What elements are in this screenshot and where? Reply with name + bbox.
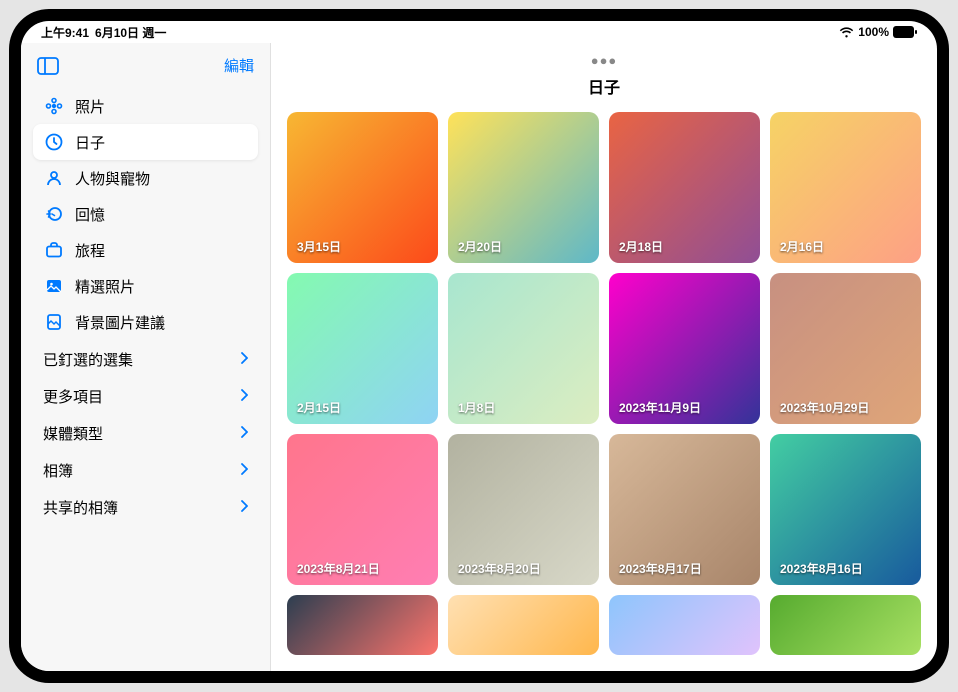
photo-tile[interactable] — [287, 595, 438, 655]
date-label: 2月15日 — [297, 399, 341, 416]
chevron-right-icon — [240, 351, 248, 368]
ipad-frame: 上午9:41 6月10日 週一 100% 編輯 — [9, 9, 949, 683]
sidebar-item-label: 人物與寵物 — [75, 168, 150, 189]
photo-tile[interactable]: 3月15日 — [287, 112, 438, 263]
image-icon — [43, 275, 65, 297]
photo-tile[interactable] — [770, 595, 921, 655]
status-date: 6月10日 週一 — [95, 24, 166, 41]
status-battery-text: 100% — [858, 25, 889, 39]
chevron-right-icon — [240, 425, 248, 442]
date-label: 2023年10月29日 — [780, 399, 869, 416]
suitcase-icon — [43, 239, 65, 261]
sidebar-toggle-icon[interactable] — [37, 57, 59, 75]
sidebar-group-label: 相簿 — [43, 460, 73, 481]
photo-tile[interactable]: 2023年11月9日 — [609, 273, 760, 424]
sidebar-group-label: 共享的相簿 — [43, 497, 118, 518]
sidebar-item-label: 旅程 — [75, 240, 105, 261]
edit-button[interactable]: 編輯 — [224, 55, 254, 76]
sidebar-item-wallpaper[interactable]: 背景圖片建議 — [33, 304, 258, 340]
date-label: 2023年8月16日 — [780, 560, 863, 577]
flower-icon — [43, 95, 65, 117]
date-label: 1月8日 — [458, 399, 495, 416]
sidebar-group-label: 更多項目 — [43, 386, 103, 407]
photo-tile[interactable] — [609, 595, 760, 655]
main-content: ●●● 日子 3月15日 2月20日 2月18日 2月16日 2月15日 1月8… — [271, 43, 937, 671]
memories-icon — [43, 203, 65, 225]
sidebar-item-photos[interactable]: 照片 — [33, 88, 258, 124]
photo-tile[interactable]: 2023年10月29日 — [770, 273, 921, 424]
date-label: 3月15日 — [297, 238, 341, 255]
person-icon — [43, 167, 65, 189]
date-label: 2月16日 — [780, 238, 824, 255]
sidebar-group-shared-albums[interactable]: 共享的相簿 — [33, 490, 258, 525]
sidebar-item-people-pets[interactable]: 人物與寵物 — [33, 160, 258, 196]
sidebar-item-label: 日子 — [75, 132, 105, 153]
photo-tile[interactable]: 1月8日 — [448, 273, 599, 424]
sidebar-item-label: 背景圖片建議 — [75, 312, 165, 333]
sidebar-group-pinned[interactable]: 已釘選的選集 — [33, 342, 258, 377]
sidebar-group-label: 媒體類型 — [43, 423, 103, 444]
photo-grid[interactable]: 3月15日 2月20日 2月18日 2月16日 2月15日 1月8日 2023年… — [271, 112, 937, 671]
chevron-right-icon — [240, 462, 248, 479]
photo-tile[interactable]: 2月16日 — [770, 112, 921, 263]
main-header: ●●● 日子 — [271, 43, 937, 112]
chevron-right-icon — [240, 499, 248, 516]
sidebar-item-memories[interactable]: 回憶 — [33, 196, 258, 232]
battery-icon — [893, 26, 917, 38]
photo-tile[interactable]: 2023年8月16日 — [770, 434, 921, 585]
photo-tile[interactable]: 2023年8月21日 — [287, 434, 438, 585]
sidebar: 編輯 照片 日子 — [21, 43, 271, 671]
clock-icon — [43, 131, 65, 153]
date-label: 2023年8月17日 — [619, 560, 702, 577]
date-label: 2月18日 — [619, 238, 663, 255]
page-title: 日子 — [588, 74, 620, 98]
photo-tile[interactable] — [448, 595, 599, 655]
status-bar: 上午9:41 6月10日 週一 100% — [21, 21, 937, 43]
sidebar-item-featured[interactable]: 精選照片 — [33, 268, 258, 304]
sidebar-group-more[interactable]: 更多項目 — [33, 379, 258, 414]
date-label: 2023年8月21日 — [297, 560, 380, 577]
status-time: 上午9:41 — [41, 24, 89, 41]
chevron-right-icon — [240, 388, 248, 405]
sidebar-item-label: 精選照片 — [75, 276, 135, 297]
wallpaper-icon — [43, 311, 65, 333]
sidebar-item-trips[interactable]: 旅程 — [33, 232, 258, 268]
date-label: 2023年8月20日 — [458, 560, 541, 577]
date-label: 2023年11月9日 — [619, 399, 701, 416]
sidebar-item-label: 回憶 — [75, 204, 105, 225]
photo-tile[interactable]: 2月18日 — [609, 112, 760, 263]
more-icon[interactable]: ●●● — [591, 53, 618, 68]
sidebar-item-days[interactable]: 日子 — [33, 124, 258, 160]
sidebar-group-label: 已釘選的選集 — [43, 349, 133, 370]
wifi-icon — [839, 27, 854, 38]
app-container: 編輯 照片 日子 — [21, 43, 937, 671]
sidebar-item-label: 照片 — [75, 96, 105, 117]
screen: 上午9:41 6月10日 週一 100% 編輯 — [21, 21, 937, 671]
photo-tile[interactable]: 2023年8月20日 — [448, 434, 599, 585]
photo-tile[interactable]: 2月15日 — [287, 273, 438, 424]
date-label: 2月20日 — [458, 238, 502, 255]
photo-tile[interactable]: 2月20日 — [448, 112, 599, 263]
sidebar-group-albums[interactable]: 相簿 — [33, 453, 258, 488]
sidebar-group-media-types[interactable]: 媒體類型 — [33, 416, 258, 451]
photo-tile[interactable]: 2023年8月17日 — [609, 434, 760, 585]
